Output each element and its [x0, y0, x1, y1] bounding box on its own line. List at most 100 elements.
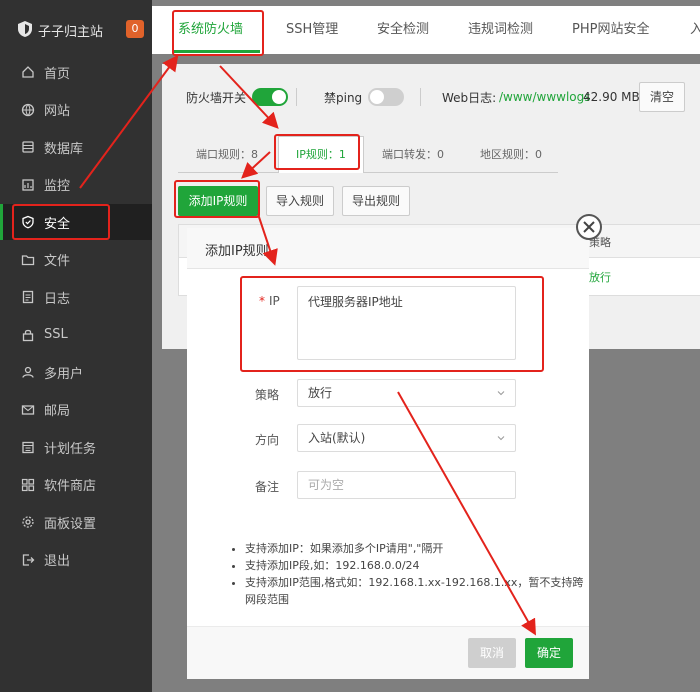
- sidebar-item-label: 首页: [44, 66, 71, 82]
- divider: [420, 88, 421, 106]
- web-log-label: Web日志:: [442, 90, 497, 105]
- dialog-header: 添加IP规则: [187, 228, 589, 269]
- sidebar: 子子归主站 0 首页网站数据库监控安全文件日志 SSL 多用户邮局计划任务软件商店面…: [0, 0, 152, 692]
- sidebar-item-label: 日志: [44, 291, 71, 307]
- sidebar-item-label: 网站: [44, 104, 71, 119]
- ping-toggle[interactable]: [368, 88, 404, 106]
- tip-item: 支持添加IP：如果添加多个IP请用","隔开: [245, 540, 585, 557]
- shield-icon: [21, 215, 35, 229]
- logout-icon: [21, 553, 35, 567]
- home-icon: [21, 65, 35, 79]
- ip-placeholder: 代理服务器IP地址: [308, 295, 403, 309]
- log-icon: [21, 290, 35, 304]
- monitor-icon: [21, 178, 35, 192]
- subtab-ip-rules[interactable]: IP规则：1: [296, 138, 346, 172]
- toggle-knob: [272, 90, 286, 104]
- subtab-region-rules[interactable]: 地区规则：0: [480, 138, 542, 172]
- shield-logo-icon: [18, 21, 32, 37]
- sidebar-item-label: 监控: [44, 179, 71, 194]
- sidebar-item-label: SSL: [44, 327, 68, 342]
- import-rules-button[interactable]: 导入规则: [266, 186, 334, 216]
- chevron-down-icon: [497, 391, 505, 396]
- tab-ssh-management[interactable]: SSH管理: [286, 6, 338, 54]
- tip-item: 支持添加IP段,如：192.168.0.0/24: [245, 557, 585, 574]
- database-icon: [21, 140, 35, 154]
- sidebar-item-5[interactable]: 文件: [0, 242, 152, 278]
- cancel-button[interactable]: 取消: [468, 638, 516, 668]
- sidebar-item-label: 计划任务: [44, 441, 97, 457]
- sidebar-item-6[interactable]: 日志: [0, 279, 152, 315]
- table-cell-policy: 放行: [589, 271, 611, 284]
- apps-icon: [21, 478, 35, 492]
- tips-list: 支持添加IP：如果添加多个IP请用","隔开 支持添加IP段,如：192.168…: [231, 540, 585, 608]
- tab-security-check[interactable]: 安全检测: [377, 6, 429, 54]
- chevron-down-icon: [497, 436, 505, 441]
- sidebar-item-3[interactable]: 监控: [0, 167, 152, 203]
- disable-ping-label: 禁ping: [324, 90, 363, 105]
- sidebar-item-1[interactable]: 网站: [0, 92, 152, 128]
- sidebar-item-0[interactable]: 首页: [0, 54, 152, 90]
- sidebar-item-label: 软件商店: [44, 479, 97, 494]
- dialog-title: 添加IP规则: [205, 244, 269, 259]
- web-log-path-link[interactable]: /www/wwwlogs: [499, 84, 591, 110]
- tip-item: 支持添加IP范围,格式如：192.168.1.xx-192.168.1.xx，暂…: [245, 574, 585, 608]
- required-mark: *: [259, 294, 265, 308]
- firewall-toggle[interactable]: [252, 88, 288, 106]
- divider: [296, 88, 297, 106]
- sidebar-item-label: 数据库: [44, 141, 84, 157]
- sidebar-item-label: 面板设置: [44, 516, 97, 532]
- direction-value: 入站(默认): [308, 431, 366, 445]
- sidebar-item-11[interactable]: 软件商店: [0, 467, 152, 503]
- folder-icon: [21, 253, 35, 267]
- policy-value: 放行: [308, 386, 333, 400]
- note-placeholder: 可为空: [308, 478, 345, 492]
- subtab-port-rules[interactable]: 端口规则：8: [196, 138, 258, 172]
- sidebar-item-2[interactable]: 数据库: [0, 129, 152, 165]
- export-rules-button[interactable]: 导出规则: [342, 186, 410, 216]
- direction-label: 方向: [255, 433, 280, 447]
- tab-violation-words[interactable]: 违规词检测: [468, 6, 533, 54]
- sidebar-item-label: 邮局: [44, 404, 71, 419]
- tab-php-site-security[interactable]: PHP网站安全: [572, 6, 649, 54]
- notification-badge[interactable]: 0: [126, 20, 144, 38]
- subtab-port-forward[interactable]: 端口转发：0: [382, 138, 444, 172]
- policy-select[interactable]: 放行: [297, 379, 516, 407]
- gear-icon: [21, 515, 35, 529]
- dialog-footer: 取消 确定: [187, 626, 589, 679]
- note-label: 备注: [255, 480, 280, 494]
- sidebar-item-label: 安全: [44, 216, 71, 232]
- sidebar-item-12[interactable]: 面板设置: [0, 504, 152, 540]
- tab-system-firewall[interactable]: 系统防火墙: [178, 6, 243, 54]
- firewall-switch-label: 防火墙开关: [186, 90, 247, 105]
- close-dialog-button[interactable]: [576, 214, 602, 240]
- note-input[interactable]: 可为空: [297, 471, 516, 499]
- sidebar-item-4[interactable]: 安全: [0, 204, 152, 240]
- mail-icon: [21, 403, 35, 417]
- sidebar-item-label: 多用户: [44, 366, 84, 382]
- sidebar-item-9[interactable]: 邮局: [0, 392, 152, 428]
- users-icon: [21, 365, 35, 379]
- sidebar-item-7[interactable]: SSL: [0, 317, 152, 353]
- active-tab-indicator: [174, 50, 260, 53]
- sidebar-item-label: 文件: [44, 254, 71, 269]
- direction-select[interactable]: 入站(默认): [297, 424, 516, 452]
- sidebar-item-10[interactable]: 计划任务: [0, 429, 152, 465]
- calendar-icon: [21, 440, 35, 454]
- logo: 子子归主站 0: [0, 8, 152, 52]
- sidebar-item-8[interactable]: 多用户: [0, 354, 152, 390]
- policy-label: 策略: [255, 388, 280, 402]
- ip-textarea[interactable]: 代理服务器IP地址: [297, 286, 516, 360]
- ip-label: IP: [269, 294, 280, 308]
- top-tabs: 系统防火墙 SSH管理 安全检测 违规词检测 PHP网站安全 入: [152, 6, 700, 54]
- sidebar-item-label: 退出: [44, 554, 71, 569]
- lock-icon: [21, 328, 35, 342]
- brand-name: 子子归主站: [38, 25, 104, 40]
- confirm-button[interactable]: 确定: [525, 638, 573, 668]
- close-icon: [583, 221, 595, 233]
- toggle-knob: [370, 90, 384, 104]
- add-ip-rule-dialog: 添加IP规则 * IP 代理服务器IP地址 策略 放行 方向 入站(默认) 备注…: [187, 228, 589, 679]
- clear-log-button[interactable]: 清空: [639, 82, 685, 112]
- tab-more[interactable]: 入: [690, 6, 700, 54]
- sidebar-item-13[interactable]: 退出: [0, 542, 152, 578]
- add-ip-rule-button[interactable]: 添加IP规则: [178, 186, 258, 216]
